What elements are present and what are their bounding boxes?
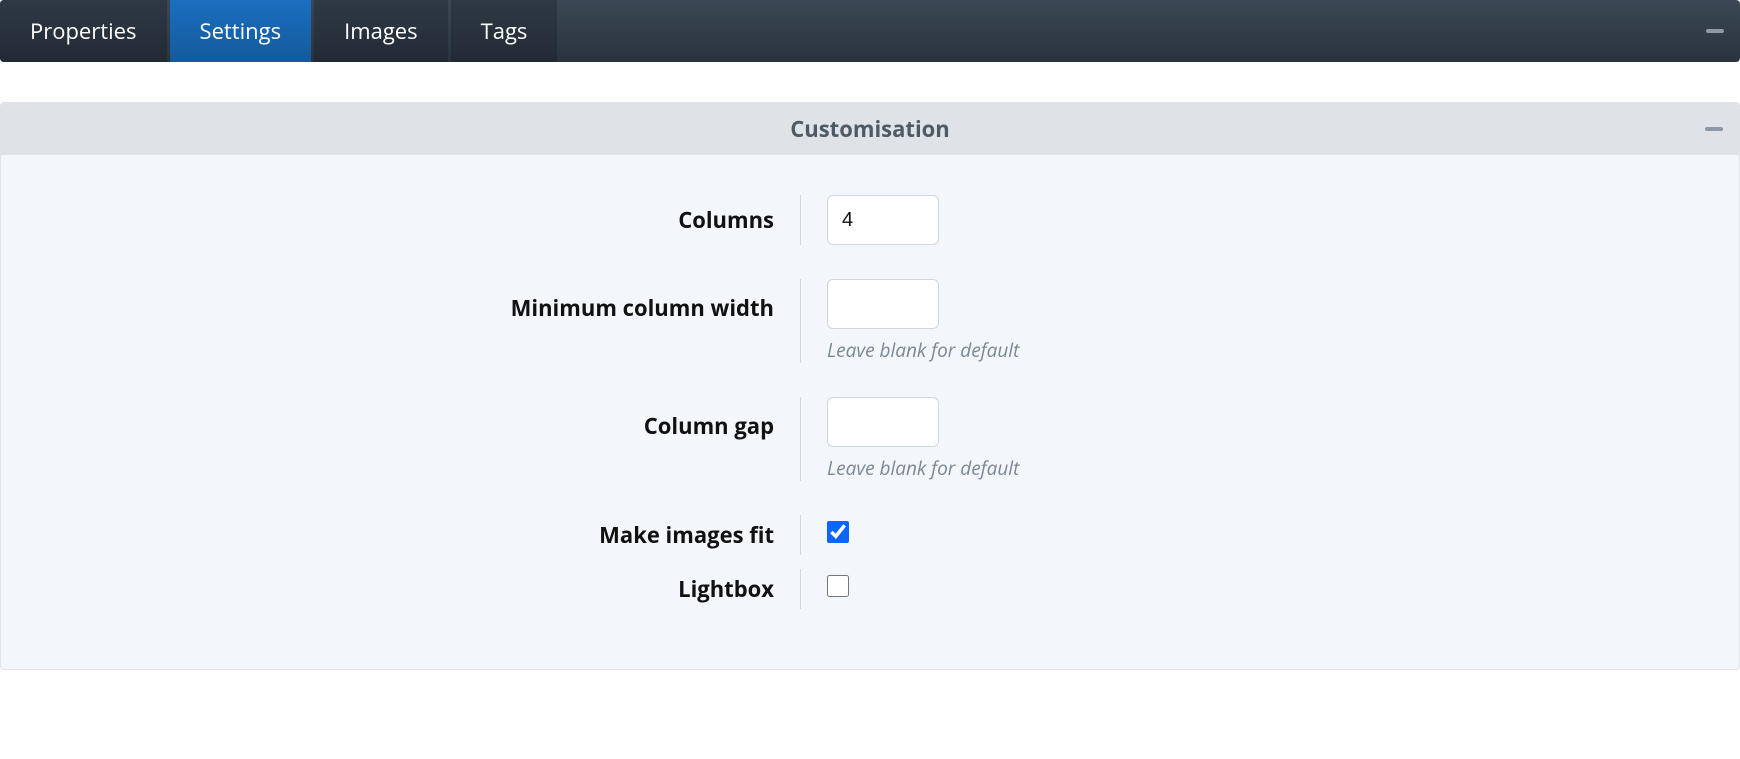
checkbox-group: Make images fit Lightbox	[21, 515, 1719, 609]
field-col-min-col-width: Leave blank for default	[801, 279, 1719, 363]
customisation-panel: Customisation Columns Minimum column wid…	[0, 102, 1740, 670]
make-images-fit-checkbox[interactable]	[827, 521, 849, 543]
tab-tags[interactable]: Tags	[451, 0, 558, 62]
lightbox-checkbox[interactable]	[827, 575, 849, 597]
min-col-width-label: Minimum column width	[511, 293, 774, 323]
row-min-col-width: Minimum column width Leave blank for def…	[21, 279, 1719, 363]
label-col-lightbox: Lightbox	[21, 569, 801, 609]
make-images-fit-label: Make images fit	[599, 520, 774, 550]
columns-input[interactable]	[827, 195, 939, 245]
panel-minimize-button[interactable]	[1703, 118, 1725, 140]
column-gap-label: Column gap	[644, 411, 774, 441]
min-col-width-input[interactable]	[827, 279, 939, 329]
panel-header: Customisation	[1, 103, 1739, 155]
tab-settings[interactable]: Settings	[170, 0, 312, 62]
panel-title: Customisation	[790, 114, 949, 144]
label-col-column-gap: Column gap	[21, 397, 801, 481]
minus-icon	[1706, 29, 1724, 33]
field-col-lightbox	[801, 569, 1719, 597]
tab-bar: Properties Settings Images Tags	[0, 0, 1740, 62]
label-col-columns: Columns	[21, 195, 801, 245]
panel-body: Columns Minimum column width Leave blank…	[1, 155, 1739, 669]
field-col-make-images-fit	[801, 515, 1719, 543]
tab-images[interactable]: Images	[314, 0, 448, 62]
field-col-columns	[801, 195, 1719, 245]
tab-tags-label: Tags	[481, 16, 528, 46]
tab-images-label: Images	[344, 16, 418, 46]
field-col-column-gap: Leave blank for default	[801, 397, 1719, 481]
row-column-gap: Column gap Leave blank for default	[21, 397, 1719, 481]
min-col-width-help: Leave blank for default	[827, 337, 1719, 363]
tab-bar-spacer	[560, 0, 1740, 62]
row-columns: Columns	[21, 195, 1719, 245]
label-col-min-col-width: Minimum column width	[21, 279, 801, 363]
column-gap-help: Leave blank for default	[827, 455, 1719, 481]
row-lightbox: Lightbox	[21, 569, 1719, 609]
lightbox-label: Lightbox	[678, 574, 774, 604]
tab-properties-label: Properties	[30, 16, 137, 46]
label-col-make-images-fit: Make images fit	[21, 515, 801, 555]
column-gap-input[interactable]	[827, 397, 939, 447]
tabbar-minimize-button[interactable]	[1704, 20, 1726, 42]
columns-label: Columns	[678, 205, 774, 235]
tab-settings-label: Settings	[200, 16, 282, 46]
tab-properties[interactable]: Properties	[0, 0, 167, 62]
minus-icon	[1705, 127, 1723, 131]
row-make-images-fit: Make images fit	[21, 515, 1719, 555]
